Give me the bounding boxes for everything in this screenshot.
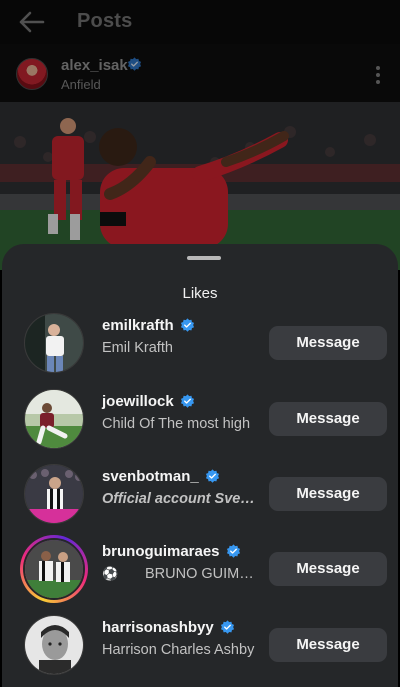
avatar-photo xyxy=(25,616,83,674)
page-title: Posts xyxy=(77,10,133,32)
like-username[interactable]: brunoguimaraes xyxy=(102,543,220,560)
user-avatar-story-ring[interactable] xyxy=(20,535,88,603)
like-username[interactable]: harrisonashbyy xyxy=(102,619,214,636)
user-avatar[interactable] xyxy=(24,615,84,675)
soccer-ball-emoji: ⚽ xyxy=(102,566,119,581)
verified-badge-icon xyxy=(226,544,240,558)
like-fullname: Emil Krafth xyxy=(102,340,173,356)
message-button[interactable]: Message xyxy=(269,628,387,662)
like-row[interactable]: svenbotman_ Official account Sven Botman… xyxy=(2,458,398,530)
post-author-avatar[interactable] xyxy=(16,58,48,90)
user-avatar[interactable] xyxy=(24,464,84,524)
like-fullname: ⚽ BRUNO GUIMARÃES xyxy=(102,566,260,582)
verified-badge-icon xyxy=(205,469,219,483)
message-button[interactable]: Message xyxy=(269,402,387,436)
post-header: alex_isak Anfield xyxy=(0,44,400,102)
avatar-photo xyxy=(25,390,83,448)
like-username[interactable]: joewillock xyxy=(102,393,174,410)
more-options-icon[interactable] xyxy=(370,64,386,86)
message-button[interactable]: Message xyxy=(269,552,387,586)
like-fullname: Official account Sven Botman xyxy=(102,491,260,507)
back-arrow-icon[interactable] xyxy=(16,9,46,35)
message-button[interactable]: Message xyxy=(269,326,387,360)
like-fullname-text: BRUNO GUIMARÃES xyxy=(145,566,260,582)
sheet-title: Likes xyxy=(182,285,218,302)
verified-badge-icon xyxy=(220,620,234,634)
post-location[interactable]: Anfield xyxy=(61,77,101,92)
sheet-drag-handle[interactable] xyxy=(187,256,221,260)
user-avatar[interactable] xyxy=(24,389,84,449)
top-bar: Posts xyxy=(0,0,400,44)
verified-badge-icon xyxy=(180,394,194,408)
post-author-username[interactable]: alex_isak xyxy=(61,57,128,74)
verified-badge-icon xyxy=(180,318,194,332)
like-row[interactable]: emilkrafth Emil Krafth Message xyxy=(2,307,398,379)
like-row[interactable]: harrisonashbyy Harrison Charles Ashby Me… xyxy=(2,609,398,681)
like-username[interactable]: emilkrafth xyxy=(102,317,174,334)
user-avatar[interactable] xyxy=(24,313,84,373)
like-fullname: Child Of The most high xyxy=(102,416,251,432)
like-row[interactable]: joewillock Child Of The most high Messag… xyxy=(2,383,398,455)
avatar-photo xyxy=(25,540,83,598)
avatar-photo xyxy=(25,314,83,372)
like-row[interactable]: brunoguimaraes ⚽ BRUNO GUIMARÃES Message xyxy=(2,533,398,605)
like-username[interactable]: svenbotman_ xyxy=(102,468,199,485)
likes-sheet: Likes emilkrafth Emil Krafth Message joe… xyxy=(2,244,398,687)
like-fullname: Harrison Charles Ashby xyxy=(102,642,255,658)
verified-badge-icon xyxy=(127,57,142,71)
message-button[interactable]: Message xyxy=(269,477,387,511)
avatar-photo xyxy=(25,465,83,523)
